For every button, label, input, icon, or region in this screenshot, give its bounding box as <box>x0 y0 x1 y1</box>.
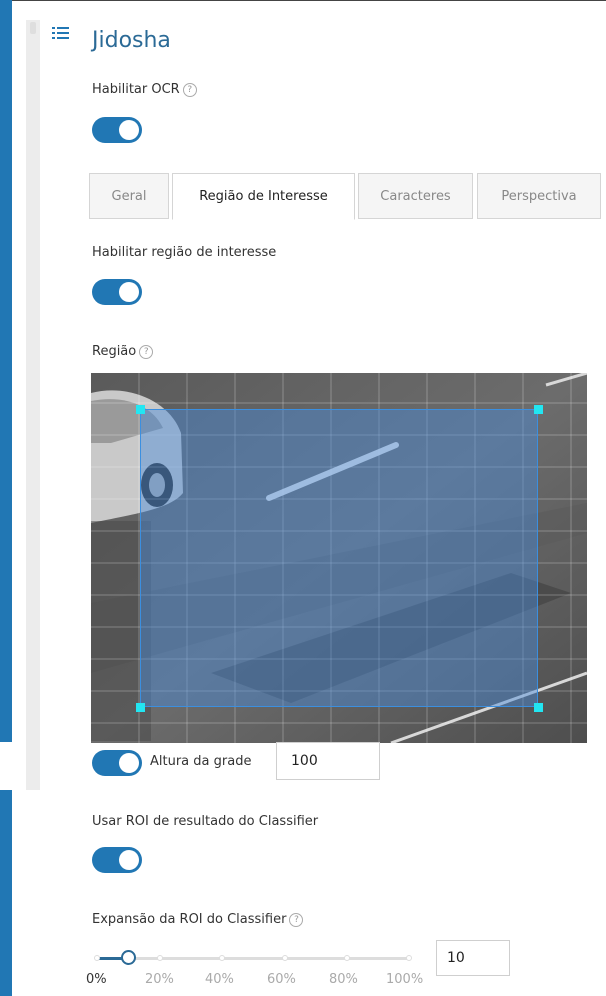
grid-height-label: Altura da grade <box>150 754 252 769</box>
toggle-knob <box>119 282 139 302</box>
ocr-label: Habilitar OCR <box>92 82 180 97</box>
toggle-knob <box>119 850 139 870</box>
roi-handle-top-left[interactable] <box>136 405 145 414</box>
scroll-track[interactable] <box>26 20 40 790</box>
help-icon[interactable]: ? <box>139 344 154 359</box>
left-accent-rail <box>0 0 12 996</box>
ocr-label-row: Habilitar OCR? <box>92 82 197 97</box>
help-icon[interactable]: ? <box>289 912 304 927</box>
region-editor[interactable] <box>91 373 587 743</box>
slider-step-dot <box>94 955 100 961</box>
roi-handle-bottom-left[interactable] <box>136 703 145 712</box>
slider-step-dot <box>406 955 412 961</box>
expansion-value-input[interactable] <box>436 940 510 976</box>
help-icon[interactable]: ? <box>182 82 197 97</box>
slider-tick-label: 0% <box>86 972 107 987</box>
slider-tick-label: 100% <box>386 972 424 987</box>
slider-tick-label: 20% <box>145 972 174 987</box>
slider-step-dot <box>219 955 225 961</box>
list-icon[interactable] <box>52 27 70 41</box>
slider-tick-label: 40% <box>205 972 234 987</box>
tab-geral[interactable]: Geral <box>89 173 169 219</box>
roi-enable-label: Habilitar região de interesse <box>92 245 277 260</box>
tab-regiao-de-interesse[interactable]: Região de Interesse <box>172 173 355 220</box>
tab-perspectiva[interactable]: Perspectiva <box>477 173 601 219</box>
slider-track[interactable] <box>97 957 409 960</box>
slider-tick-label: 80% <box>329 972 358 987</box>
grid-toggle[interactable] <box>92 750 142 776</box>
tab-bar: Geral Região de Interesse Caracteres Per… <box>89 173 606 220</box>
ocr-toggle[interactable] <box>92 117 142 143</box>
scroll-thumb[interactable] <box>30 22 36 34</box>
top-border <box>12 0 606 1</box>
tab-label: Geral <box>111 188 147 204</box>
roi-handle-top-right[interactable] <box>534 405 543 414</box>
roi-handle-bottom-right[interactable] <box>534 703 543 712</box>
classifier-roi-label: Usar ROI de resultado do Classifier <box>92 814 319 829</box>
tab-label: Caracteres <box>380 188 451 204</box>
slider-step-dot <box>157 955 163 961</box>
panel-title: Jidosha <box>92 28 171 53</box>
grid-height-input[interactable] <box>276 742 380 780</box>
slider-handle[interactable] <box>120 950 136 965</box>
slider-step-dot <box>282 955 288 961</box>
roi-rectangle[interactable] <box>140 409 538 707</box>
classifier-roi-toggle[interactable] <box>92 847 142 873</box>
region-label: Região <box>92 344 137 359</box>
expansion-label-row: Expansão da ROI do Classifier? <box>92 912 304 927</box>
tab-caracteres[interactable]: Caracteres <box>358 173 473 219</box>
toggle-knob <box>119 753 139 773</box>
tab-label: Perspectiva <box>501 188 577 204</box>
toggle-knob <box>119 120 139 140</box>
roi-enable-toggle[interactable] <box>92 279 142 305</box>
slider-step-dot <box>344 955 350 961</box>
rail-notch <box>0 742 12 790</box>
tab-label: Região de Interesse <box>199 189 328 204</box>
region-label-row: Região? <box>92 344 154 359</box>
slider-tick-label: 60% <box>267 972 296 987</box>
expansion-label: Expansão da ROI do Classifier <box>92 912 287 927</box>
